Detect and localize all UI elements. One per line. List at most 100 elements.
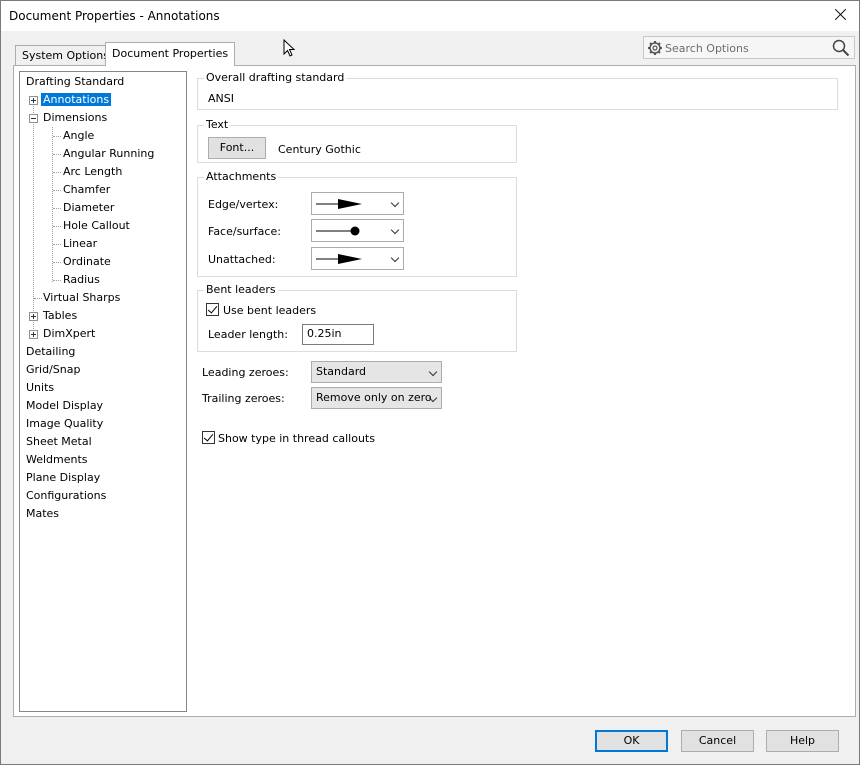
face-surface-arrow-select[interactable] xyxy=(311,219,404,242)
tree-item-label: Angle xyxy=(63,129,95,142)
leader-length-input[interactable]: 0.25in xyxy=(302,324,374,345)
tree-item-dimxpert[interactable]: DimXpert xyxy=(41,325,97,343)
tree-guide xyxy=(53,136,61,137)
font-name: Century Gothic xyxy=(278,143,361,156)
filled-arrow-icon xyxy=(316,199,362,209)
tree-item-label: Sheet Metal xyxy=(26,435,92,448)
leader-length-label: Leader length: xyxy=(208,328,288,341)
tree-item-label: DimXpert xyxy=(43,327,96,340)
tree-item-arc-length[interactable]: Arc Length xyxy=(61,163,124,181)
help-button[interactable]: Help xyxy=(766,730,839,752)
use-bent-leaders-checkbox[interactable] xyxy=(206,303,219,316)
tree-item-label: Radius xyxy=(63,273,100,286)
tree-item-sheet-metal[interactable]: Sheet Metal xyxy=(24,433,94,451)
tree-item-label: Plane Display xyxy=(26,471,101,484)
drafting-standard-value: ANSI xyxy=(208,92,234,105)
tree-item-ordinate[interactable]: Ordinate xyxy=(61,253,113,271)
tree-item-label: Ordinate xyxy=(63,255,111,268)
tree-item-label: Diameter xyxy=(63,201,115,214)
tree-item-dimensions[interactable]: Dimensions xyxy=(41,109,109,127)
edge-vertex-label: Edge/vertex: xyxy=(208,198,279,211)
tree-item-linear[interactable]: Linear xyxy=(61,235,99,253)
mouse-pointer-icon xyxy=(283,39,296,57)
tree-item-label: Dimensions xyxy=(43,111,108,124)
trailing-zeroes-select[interactable]: Remove only on zero xyxy=(311,387,442,409)
face-surface-label: Face/surface: xyxy=(208,225,281,238)
attachments-group: Attachments Edge/vertex: Face/surface: U… xyxy=(197,170,517,277)
search-options-field[interactable]: Search Options xyxy=(643,36,855,59)
tree-guide xyxy=(53,226,61,227)
expand-plus-icon[interactable] xyxy=(29,312,38,321)
ok-button[interactable]: OK xyxy=(595,730,668,752)
chevron-down-icon xyxy=(390,253,400,263)
chevron-down-icon xyxy=(390,225,400,235)
tree-item-label: Chamfer xyxy=(63,183,111,196)
tree-item-annotations[interactable]: Annotations xyxy=(41,91,112,109)
options-tree: Drafting Standard Annotations Dimensions… xyxy=(19,71,187,712)
tree-item-angular-running[interactable]: Angular Running xyxy=(61,145,156,163)
tree-item-mates[interactable]: Mates xyxy=(24,505,61,523)
tab-document-properties-label: Document Properties xyxy=(112,47,229,60)
dot-arrow-icon xyxy=(316,226,360,236)
text-group-title: Text xyxy=(204,118,231,131)
leading-zeroes-label: Leading zeroes: xyxy=(202,366,289,379)
bent-leaders-title: Bent leaders xyxy=(204,283,278,296)
tree-guide xyxy=(52,127,53,282)
tree-item-configurations[interactable]: Configurations xyxy=(24,487,108,505)
cancel-button-label: Cancel xyxy=(698,734,737,747)
tree-item-detailing[interactable]: Detailing xyxy=(24,343,77,361)
tree-item-label: Weldments xyxy=(26,453,88,466)
title-bar: Document Properties - Annotations xyxy=(1,1,859,31)
edge-vertex-arrow-select[interactable] xyxy=(311,192,404,215)
tree-item-plane-display[interactable]: Plane Display xyxy=(24,469,102,487)
use-bent-leaders-label: Use bent leaders xyxy=(223,304,317,317)
tree-item-label: Angular Running xyxy=(63,147,155,160)
bent-leaders-group: Bent leaders Use bent leaders Leader len… xyxy=(197,283,517,352)
tree-item-tables[interactable]: Tables xyxy=(41,307,79,325)
tree-item-image-quality[interactable]: Image Quality xyxy=(24,415,105,433)
tree-item-label: Virtual Sharps xyxy=(43,291,121,304)
collapse-minus-icon[interactable] xyxy=(29,114,38,123)
tree-item-diameter[interactable]: Diameter xyxy=(61,199,116,217)
close-icon[interactable] xyxy=(831,5,851,25)
tree-item-model-display[interactable]: Model Display xyxy=(24,397,105,415)
tab-system-options-label: System Options xyxy=(22,49,109,62)
tab-system-options[interactable]: System Options xyxy=(15,45,116,65)
tree-item-grid-snap[interactable]: Grid/Snap xyxy=(24,361,82,379)
expand-plus-icon[interactable] xyxy=(29,96,38,105)
tree-item-radius[interactable]: Radius xyxy=(61,271,102,289)
search-icon[interactable] xyxy=(832,39,850,57)
expand-plus-icon[interactable] xyxy=(29,330,38,339)
tree-item-units[interactable]: Units xyxy=(24,379,56,397)
tree-guide xyxy=(53,280,61,281)
trailing-zeroes-label: Trailing zeroes: xyxy=(202,392,285,405)
tree-guide xyxy=(33,103,34,337)
tree-item-hole-callout[interactable]: Hole Callout xyxy=(61,217,132,235)
tab-document-properties[interactable]: Document Properties xyxy=(105,42,236,66)
tree-item-virtual-sharps[interactable]: Virtual Sharps xyxy=(41,289,122,307)
chevron-down-icon xyxy=(428,367,438,377)
tree-item-label: Mates xyxy=(26,507,60,520)
show-thread-type-checkbox[interactable] xyxy=(202,431,215,444)
filled-arrow-icon xyxy=(316,254,362,264)
attachments-title: Attachments xyxy=(204,170,279,183)
tree-item-drafting-standard[interactable]: Drafting Standard xyxy=(24,73,126,91)
tree-item-label: Detailing xyxy=(26,345,76,358)
tree-item-chamfer[interactable]: Chamfer xyxy=(61,181,112,199)
tree-item-label: Hole Callout xyxy=(63,219,130,232)
tree-item-label: Configurations xyxy=(26,489,107,502)
tree-item-label: Annotations xyxy=(41,93,112,106)
tree-item-label: Units xyxy=(26,381,55,394)
unattached-arrow-select[interactable] xyxy=(311,247,404,270)
tree-item-label: Linear xyxy=(63,237,98,250)
search-placeholder: Search Options xyxy=(665,42,749,55)
font-button-label: Font... xyxy=(219,141,255,154)
chevron-down-icon xyxy=(390,198,400,208)
tree-guide xyxy=(53,190,61,191)
tree-item-weldments[interactable]: Weldments xyxy=(24,451,90,469)
gear-icon xyxy=(648,41,662,55)
font-button[interactable]: Font... xyxy=(208,137,266,159)
cancel-button[interactable]: Cancel xyxy=(681,730,754,752)
tree-item-angle[interactable]: Angle xyxy=(61,127,96,145)
leading-zeroes-select[interactable]: Standard xyxy=(311,361,442,383)
